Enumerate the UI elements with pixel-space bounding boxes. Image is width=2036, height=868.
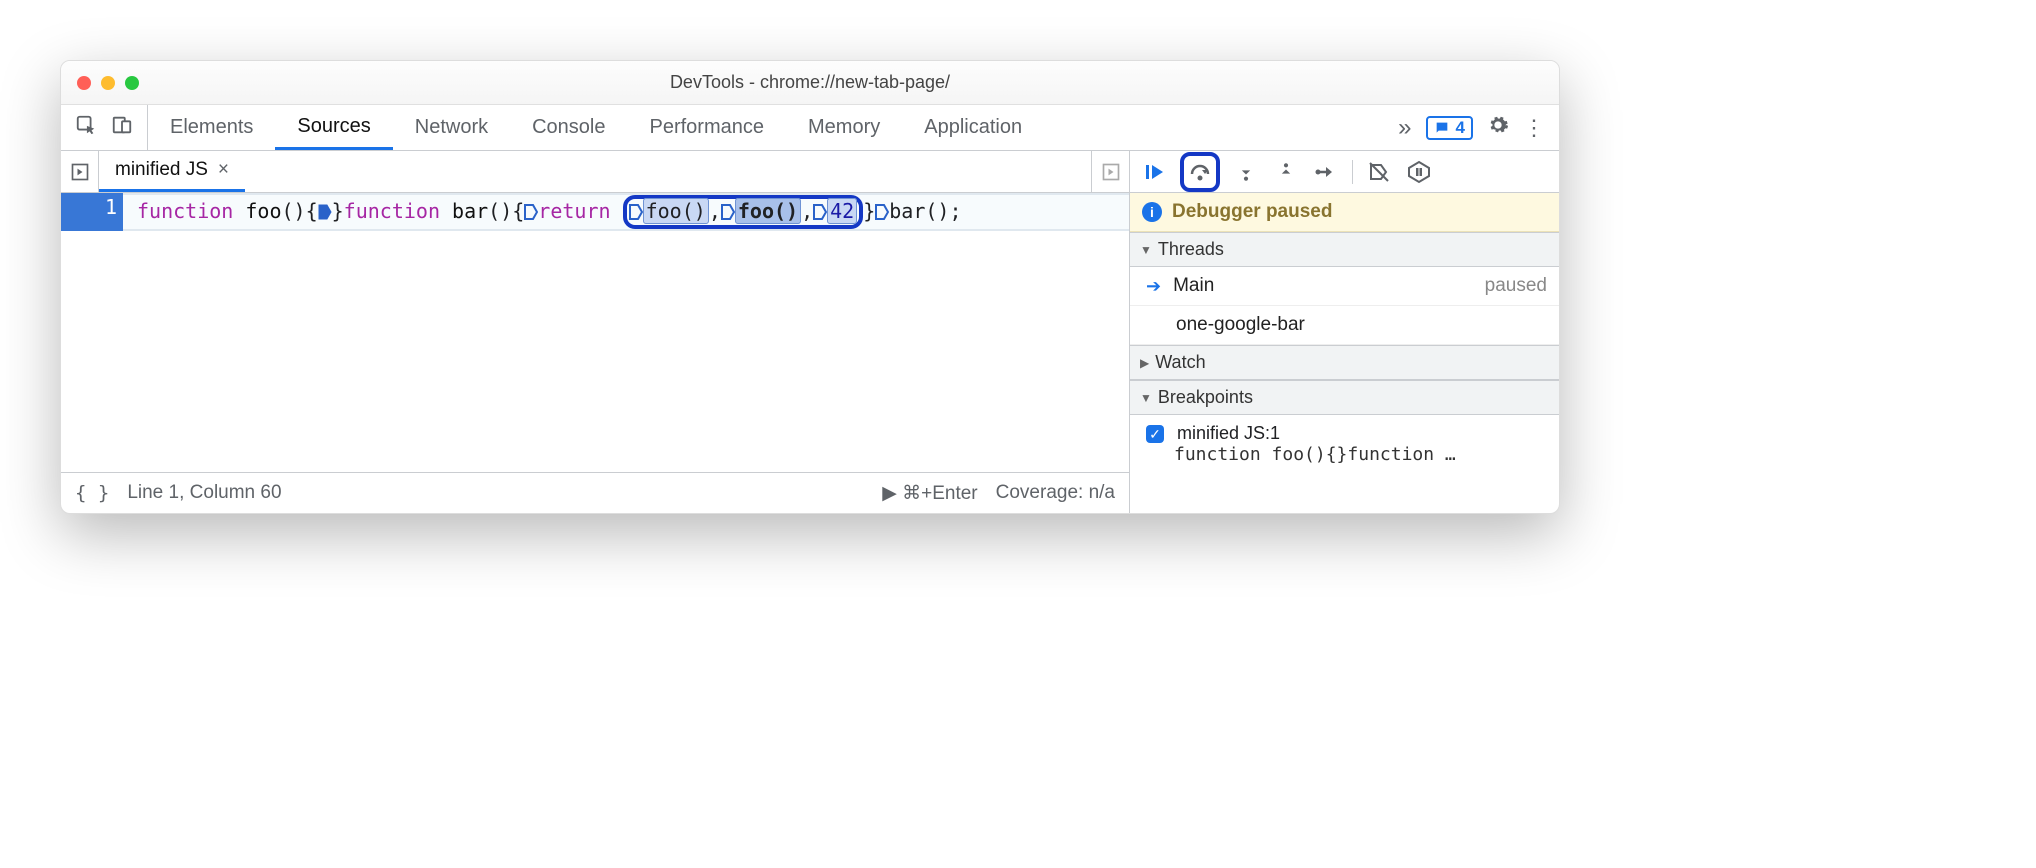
panel-tabs: Elements Sources Network Console Perform… (148, 105, 1384, 150)
run-hint: ▶ ⌘+Enter (882, 482, 977, 505)
tab-console[interactable]: Console (510, 105, 627, 150)
debugger-toolbar (1130, 151, 1559, 193)
thread-main[interactable]: ➔ Main paused (1130, 267, 1559, 306)
section-threads[interactable]: ▼ Threads (1130, 232, 1559, 267)
continue-to-here-icon[interactable] (629, 201, 643, 225)
call-bar: bar(); (889, 199, 961, 223)
issues-badge[interactable]: 4 (1426, 116, 1473, 140)
gear-icon[interactable] (1487, 114, 1509, 142)
resume-icon[interactable] (1140, 158, 1168, 186)
identifier-bar: bar (452, 199, 488, 223)
continue-to-here-icon[interactable] (875, 199, 889, 227)
run-snippet-icon[interactable] (1091, 151, 1129, 192)
paused-label: Debugger paused (1172, 201, 1332, 223)
tab-network[interactable]: Network (393, 105, 510, 150)
tab-elements[interactable]: Elements (148, 105, 275, 150)
window-title: DevTools - chrome://new-tab-page/ (670, 72, 950, 93)
step-over-highlight (1180, 152, 1220, 192)
current-thread-icon: ➔ (1146, 276, 1161, 297)
call-foo-2: foo() (735, 198, 801, 224)
debugger-paused-banner: i Debugger paused (1130, 193, 1559, 232)
info-icon: i (1142, 202, 1162, 222)
expand-icon: ▼ (1140, 243, 1152, 257)
kebab-icon[interactable]: ⋮ (1523, 115, 1545, 141)
call-foo-1: foo() (643, 198, 709, 224)
tab-application[interactable]: Application (902, 105, 1044, 150)
breakpoint-item[interactable]: ✓ minified JS:1 function foo(){}function… (1130, 415, 1559, 473)
line-gutter[interactable]: 1 (61, 193, 123, 231)
continue-to-here-icon[interactable] (721, 201, 735, 225)
section-watch-label: Watch (1155, 352, 1205, 373)
keyword-function: function (344, 199, 440, 223)
tab-sources[interactable]: Sources (275, 105, 392, 150)
thread-main-state: paused (1485, 275, 1547, 297)
step-icon[interactable] (1312, 158, 1340, 186)
thread-main-name: Main (1173, 275, 1214, 297)
code-line-1[interactable]: function foo(){}function bar(){return fo… (123, 193, 1129, 231)
close-icon[interactable] (77, 76, 91, 90)
show-navigator-icon[interactable] (61, 151, 99, 192)
breakpoint-checkbox[interactable]: ✓ (1146, 425, 1164, 443)
expand-icon: ▼ (1140, 391, 1152, 405)
tab-memory[interactable]: Memory (786, 105, 902, 150)
breakpoint-snippet: function foo(){}function … (1146, 444, 1547, 465)
identifier-foo: foo (245, 199, 281, 223)
thread-other-name: one-google-bar (1176, 314, 1305, 336)
thread-one-google-bar[interactable]: one-google-bar (1130, 306, 1559, 345)
traffic-lights[interactable] (77, 76, 139, 90)
tab-performance[interactable]: Performance (628, 105, 787, 150)
file-tab-label: minified JS (115, 159, 208, 181)
close-file-icon[interactable]: × (218, 159, 229, 181)
coverage-status: Coverage: n/a (996, 482, 1115, 504)
collapse-icon: ▶ (1140, 356, 1149, 370)
section-breakpoints-label: Breakpoints (1158, 387, 1253, 408)
section-watch[interactable]: ▶ Watch (1130, 345, 1559, 380)
step-out-icon[interactable] (1272, 158, 1300, 186)
step-over-icon[interactable] (1186, 158, 1214, 186)
more-tabs-icon[interactable]: » (1398, 114, 1411, 142)
file-tab-minified-js[interactable]: minified JS × (99, 151, 245, 192)
step-into-icon[interactable] (1232, 158, 1260, 186)
breakpoint-label: minified JS:1 (1177, 423, 1280, 443)
continue-to-here-icon[interactable] (813, 201, 827, 225)
deactivate-breakpoints-icon[interactable] (1365, 158, 1393, 186)
source-editor[interactable]: 1 function foo(){}function bar(){return … (61, 193, 1129, 473)
cursor-position: Line 1, Column 60 (127, 482, 281, 504)
debugger-sidebar: i Debugger paused ▼ Threads ➔ Main pause… (1129, 151, 1559, 513)
breakpoint-marker-icon[interactable] (318, 199, 332, 227)
devtools-window: DevTools - chrome://new-tab-page/ Elemen… (60, 60, 1560, 514)
editor-statusbar: { } Line 1, Column 60 ▶ ⌘+Enter Coverage… (61, 473, 1129, 513)
pretty-print-icon[interactable]: { } (75, 482, 109, 504)
highlight-expression: foo(),foo(),42 (623, 195, 864, 229)
section-breakpoints[interactable]: ▼ Breakpoints (1130, 380, 1559, 415)
inspect-icon[interactable] (75, 114, 97, 142)
line-number: 1 (105, 195, 117, 219)
issues-count: 4 (1456, 118, 1465, 138)
pause-on-exceptions-icon[interactable] (1405, 158, 1433, 186)
device-toggle-icon[interactable] (111, 114, 133, 142)
keyword-return: return (538, 199, 610, 223)
keyword-function: function (137, 199, 233, 223)
minimize-icon[interactable] (101, 76, 115, 90)
main-toolbar: Elements Sources Network Console Perform… (61, 105, 1559, 151)
section-threads-label: Threads (1158, 239, 1224, 260)
file-tabbar: minified JS × (61, 151, 1129, 193)
continue-to-here-icon[interactable] (524, 199, 538, 227)
titlebar: DevTools - chrome://new-tab-page/ (61, 61, 1559, 105)
literal-42: 42 (827, 198, 857, 224)
maximize-icon[interactable] (125, 76, 139, 90)
